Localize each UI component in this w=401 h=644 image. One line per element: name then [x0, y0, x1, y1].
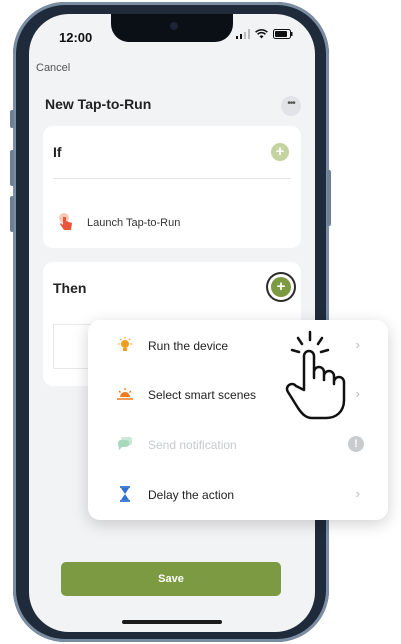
chevron-right-icon: › — [355, 337, 360, 352]
if-card-title: If — [53, 144, 62, 160]
menu-item-send-notification: Send notification ! — [88, 419, 388, 468]
volume-up-button — [10, 150, 14, 186]
status-icons — [236, 29, 293, 39]
power-button — [327, 170, 331, 226]
add-action-plus-icon[interactable]: + — [271, 277, 291, 297]
if-card: If + Launch Tap-to-Run — [43, 126, 301, 248]
menu-item-label: Run the device — [148, 339, 229, 353]
menu-item-label: Select smart scenes — [148, 388, 257, 402]
menu-item-delay-action[interactable]: Delay the action › — [88, 469, 388, 518]
cancel-button[interactable]: Cancel — [36, 62, 70, 74]
divider — [53, 178, 291, 179]
lightbulb-icon — [118, 337, 132, 351]
signal-icon — [236, 29, 250, 39]
finger-tap-icon — [59, 213, 72, 230]
camera — [170, 22, 178, 30]
chat-bubbles-icon — [118, 437, 132, 450]
page-title: New Tap-to-Run — [45, 96, 152, 112]
condition-label[interactable]: Launch Tap-to-Run — [87, 217, 180, 229]
sunrise-icon — [117, 388, 133, 400]
more-dots-icon[interactable]: ••• — [281, 96, 301, 116]
volume-down-button — [10, 196, 14, 232]
pointing-hand-icon — [285, 330, 346, 420]
notch — [111, 14, 233, 42]
battery-icon — [273, 29, 293, 39]
chevron-right-icon: › — [355, 386, 360, 401]
mute-switch — [10, 110, 14, 128]
wifi-icon — [255, 29, 268, 39]
menu-item-label: Send notification — [148, 438, 237, 452]
chevron-right-icon: › — [355, 486, 360, 501]
hourglass-icon — [120, 486, 130, 502]
then-card-title: Then — [53, 280, 87, 296]
menu-item-label: Delay the action — [148, 488, 235, 502]
warning-icon: ! — [348, 436, 364, 452]
status-time: 12:00 — [59, 30, 93, 45]
add-condition-plus-icon[interactable]: + — [271, 143, 289, 161]
home-indicator — [122, 620, 222, 624]
save-button[interactable]: Save — [61, 562, 281, 596]
